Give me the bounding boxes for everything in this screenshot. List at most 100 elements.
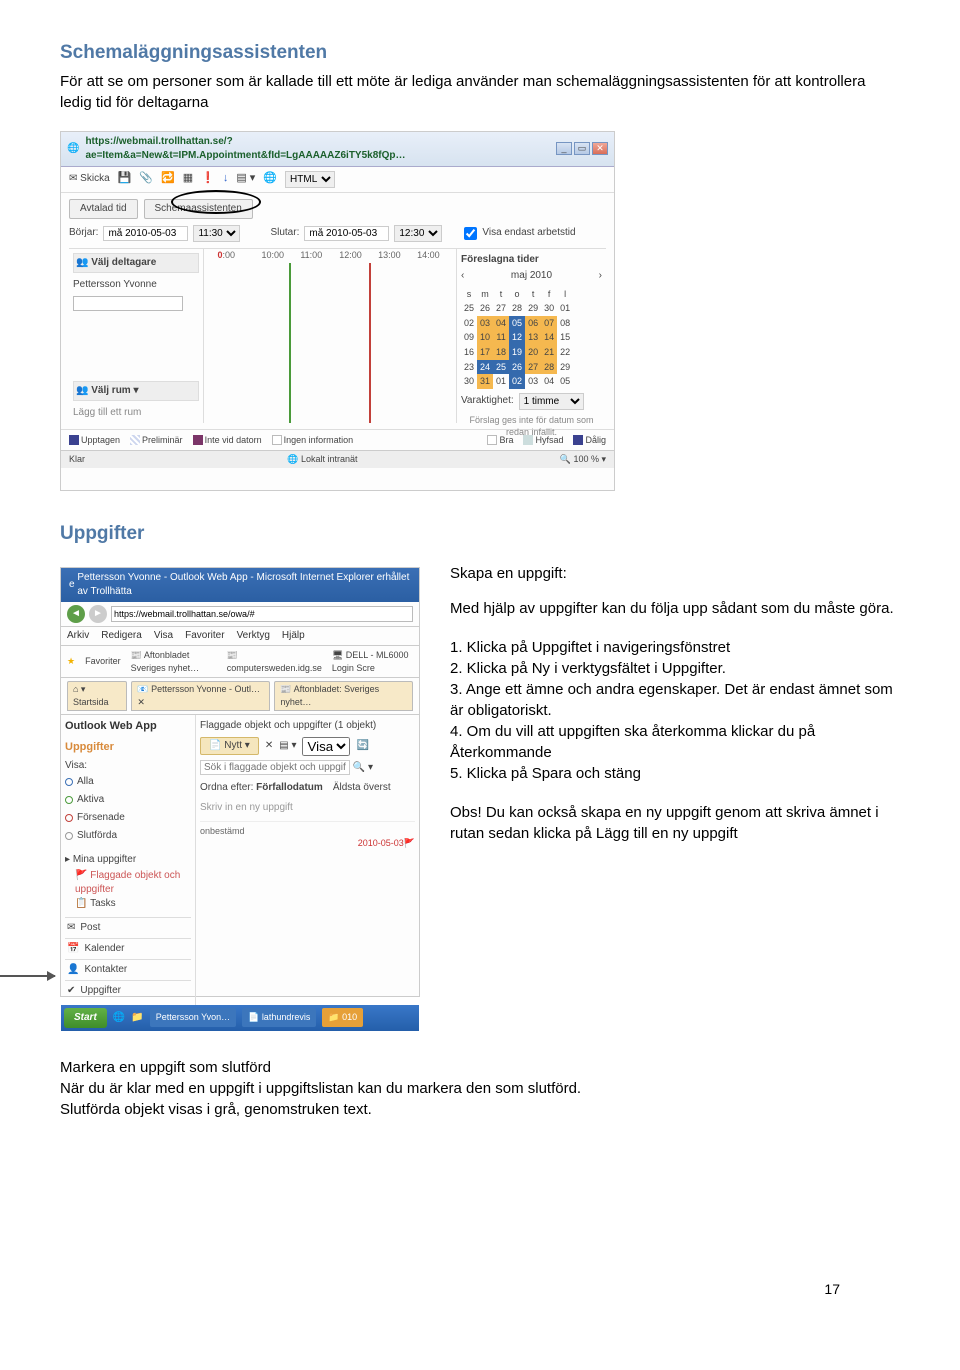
- start-time-select[interactable]: 11:30: [193, 225, 240, 242]
- nav-uppgifter[interactable]: ✔ Uppgifter: [65, 980, 191, 1001]
- globe-icon: 🌐: [67, 142, 79, 156]
- attendee-add-input[interactable]: [73, 296, 183, 311]
- page-number: 17: [824, 1280, 840, 1300]
- fav-star-icon[interactable]: ★: [67, 655, 75, 668]
- markera-slutford-heading: Markera en uppgift som slutförd: [60, 1057, 900, 1078]
- del-icon[interactable]: ✕: [265, 739, 273, 753]
- vline-start: [289, 263, 291, 423]
- tasks-item[interactable]: 📋 Tasks: [65, 897, 191, 911]
- owa-sidebar: Outlook Web App Uppgifter Visa: Alla Akt…: [61, 715, 196, 1005]
- taskbar-item[interactable]: 📁 010: [322, 1008, 363, 1027]
- menu-visa[interactable]: Visa: [154, 629, 173, 643]
- fwd-icon[interactable]: ►: [89, 605, 107, 623]
- nav-kalender[interactable]: 📅 Kalender: [65, 938, 191, 959]
- mini-calendar[interactable]: smtotfl 25262728293001 02030405060708 09…: [461, 287, 573, 389]
- send-button[interactable]: ✉ Skicka: [69, 172, 110, 186]
- ie-logo-icon: e: [69, 578, 75, 592]
- importance-low-icon[interactable]: ↓: [223, 171, 229, 186]
- menu-hjalp[interactable]: Hjälp: [282, 629, 305, 643]
- end-label: Slutar:: [270, 226, 299, 240]
- attendee-row: Pettersson Yvonne: [73, 276, 199, 294]
- tab-item[interactable]: 📧 Pettersson Yvonne - Outl… ✕: [131, 681, 270, 710]
- filter-aktiva[interactable]: Aktiva: [65, 791, 191, 809]
- ql-icon[interactable]: 🌐: [113, 1011, 125, 1025]
- new-task-hint[interactable]: Skriv in en ny uppgift: [200, 801, 415, 815]
- cat-icon[interactable]: ▤ ▾: [279, 739, 296, 753]
- owa-sidebar-heading: Uppgifter: [65, 740, 191, 755]
- highlight-ellipse: [171, 190, 261, 214]
- cal-prev-icon[interactable]: ‹: [461, 269, 464, 283]
- vline-end: [369, 263, 371, 423]
- ie-tabbar: ⌂ ▾ Startsida 📧 Pettersson Yvonne - Outl…: [61, 678, 419, 714]
- th3: 12:00: [339, 249, 378, 262]
- flaggade-item[interactable]: 🚩 Flaggade objekt och uppgifter: [65, 869, 191, 897]
- ie-titlebar: e Pettersson Yvonne - Outlook Web App - …: [61, 568, 419, 602]
- filter-forsenade[interactable]: Försenade: [65, 809, 191, 827]
- end-time-select[interactable]: 12:30: [394, 225, 442, 242]
- visa-dropdown[interactable]: Visa: [302, 737, 350, 756]
- format-select[interactable]: HTML: [285, 171, 335, 188]
- end-date-input[interactable]: [304, 226, 389, 241]
- intro-text: För att se om personer som är kallade ti…: [60, 71, 900, 113]
- busy-icon[interactable]: ▦: [183, 171, 193, 186]
- tab-item[interactable]: 📰 Aftonbladet: Sveriges nyhet…: [274, 681, 413, 710]
- forslag-note-1: Förslag ges inte för datum som: [461, 414, 602, 427]
- nav-post[interactable]: ✉ Post: [65, 917, 191, 938]
- menu-arkiv[interactable]: Arkiv: [67, 629, 89, 643]
- valj-deltagare-header[interactable]: 👥 Välj deltagare: [73, 253, 199, 273]
- menu-verktyg[interactable]: Verktyg: [237, 629, 270, 643]
- tab-item[interactable]: ⌂ ▾ Startsida: [67, 681, 127, 710]
- nytt-button[interactable]: 📄 Nytt ▾: [200, 737, 259, 755]
- th2: 11:00: [300, 249, 339, 262]
- instructions-column: Skapa en uppgift: Med hjälp av uppgifter…: [450, 557, 900, 862]
- heading-schemalaggning: Schemaläggningsassistenten: [60, 40, 900, 67]
- ql-icon[interactable]: 📁: [131, 1011, 143, 1025]
- back-icon[interactable]: ◄: [67, 605, 85, 623]
- mina-uppgifter[interactable]: ▸ Mina uppgifter: [65, 853, 191, 867]
- minimize-icon[interactable]: _: [556, 142, 572, 155]
- screenshot-tasks: e Pettersson Yvonne - Outlook Web App - …: [60, 567, 420, 997]
- fav-item-3[interactable]: 🖥 DELL - ML6000 Login Scre: [332, 649, 413, 674]
- ie-url-bar: 🌐 https://webmail.trollhattan.se/?ae=Ite…: [61, 132, 614, 167]
- taskbar-item[interactable]: 📄 lathundrevis: [242, 1008, 316, 1027]
- date-row: Börjar: 11:30 Slutar: 12:30 Visa endast …: [69, 225, 606, 242]
- worktime-checkbox[interactable]: [464, 227, 477, 240]
- fav-item-1[interactable]: 📰 Aftonbladet Sveriges nyhet…: [131, 649, 217, 674]
- importance-high-icon[interactable]: ❗: [201, 171, 215, 186]
- task-row-date[interactable]: 2010-05-03 🚩: [200, 837, 415, 850]
- maximize-icon[interactable]: ▭: [574, 142, 590, 155]
- attach-icon[interactable]: 📎: [139, 171, 153, 186]
- address-input[interactable]: [111, 606, 413, 622]
- zero-marker: 0: [204, 249, 223, 262]
- cal-next-icon[interactable]: ›: [599, 269, 602, 283]
- step-2: 2. Klicka på Ny i verktygsfältet i Uppgi…: [450, 658, 900, 679]
- valj-rum-header[interactable]: 👥 Välj rum ▾: [73, 381, 199, 401]
- th0: :00: [223, 249, 262, 262]
- start-date-input[interactable]: [103, 226, 188, 241]
- step-5: 5. Klicka på Spara och stäng: [450, 763, 900, 784]
- taskbar-item[interactable]: Pettersson Yvon…: [150, 1008, 236, 1027]
- add-room-row[interactable]: Lägg till ett rum: [73, 404, 199, 422]
- save-icon[interactable]: 💾: [118, 171, 132, 186]
- tab-avtalad-tid[interactable]: Avtalad tid: [69, 199, 138, 219]
- varaktighet-select[interactable]: 1 timme: [519, 393, 584, 410]
- refresh-icon[interactable]: 🔄: [356, 739, 368, 753]
- spell-icon[interactable]: 🌐: [263, 171, 277, 186]
- ordna-val[interactable]: Förfallodatum: [256, 782, 323, 793]
- ordna-dir[interactable]: Äldsta överst: [333, 781, 391, 795]
- ordna-label: Ordna efter:: [200, 782, 253, 793]
- categorize-icon[interactable]: ▤ ▾: [236, 171, 255, 186]
- start-button[interactable]: Start: [64, 1008, 107, 1028]
- step-1: 1. Klicka på Uppgiftet i navigeringsföns…: [450, 637, 900, 658]
- markera-slutford-p1: När du är klar med en uppgift i uppgifts…: [60, 1078, 900, 1099]
- menu-favoriter[interactable]: Favoriter: [185, 629, 224, 643]
- cal-month: maj 2010: [511, 269, 552, 283]
- nav-kontakter[interactable]: 👤 Kontakter: [65, 959, 191, 980]
- filter-alla[interactable]: Alla: [65, 773, 191, 791]
- filter-slutforda[interactable]: Slutförda: [65, 827, 191, 845]
- recurrence-icon[interactable]: 🔁: [161, 171, 175, 186]
- close-icon[interactable]: ✕: [592, 142, 608, 155]
- menu-redigera[interactable]: Redigera: [101, 629, 142, 643]
- fav-item-2[interactable]: 📰 computersweden.idg.se: [227, 649, 322, 674]
- task-search-input[interactable]: [200, 760, 350, 775]
